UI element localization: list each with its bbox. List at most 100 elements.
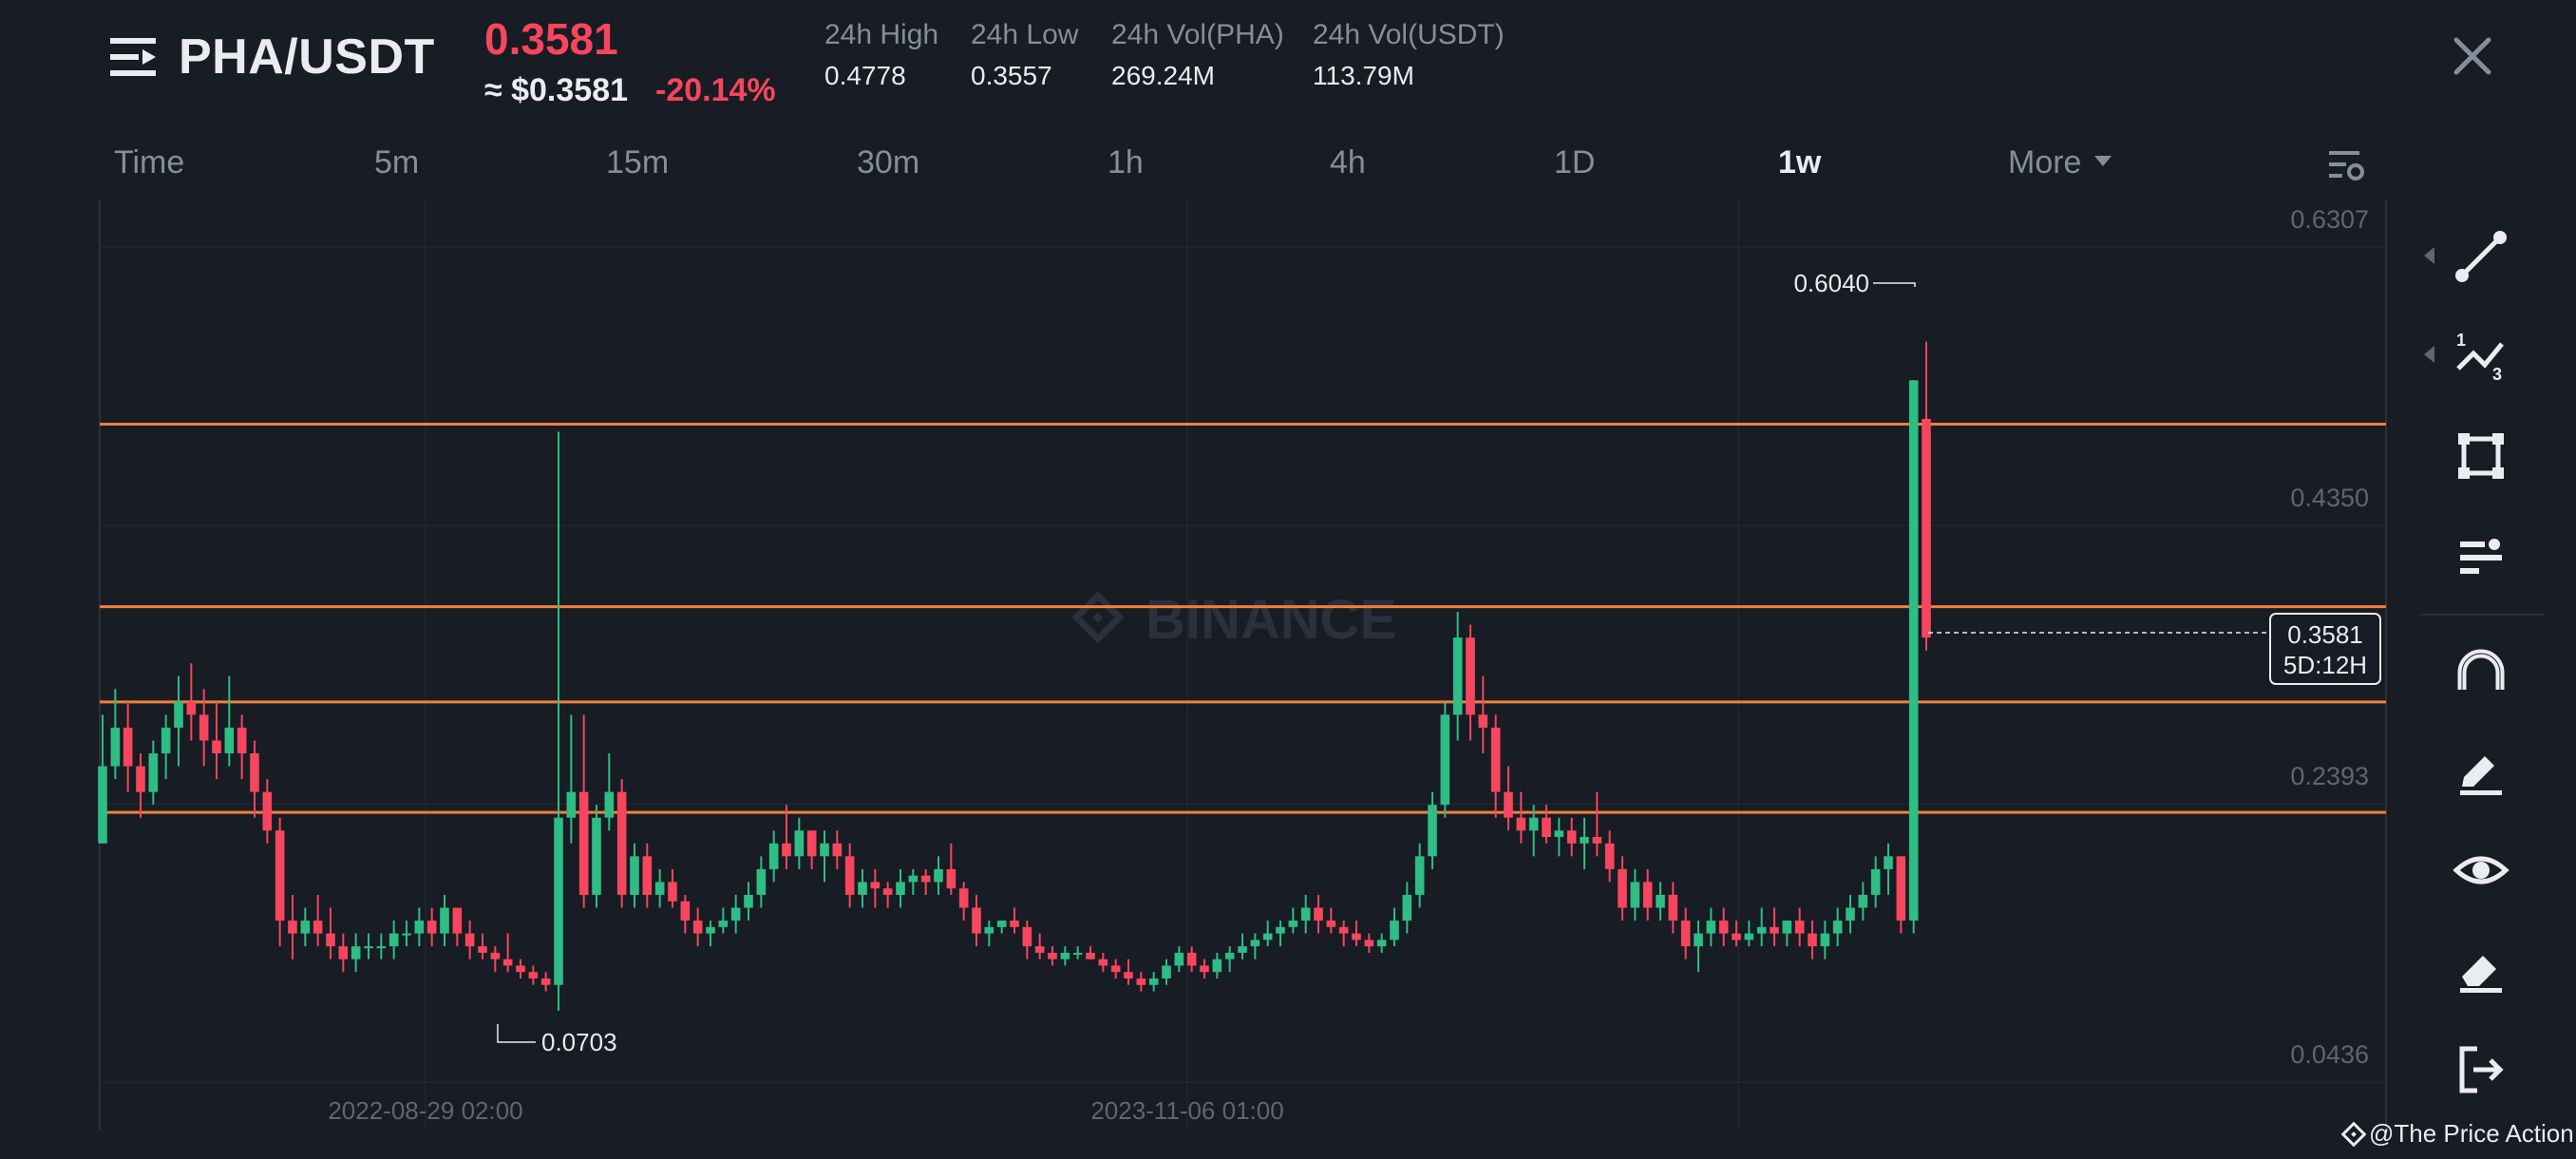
eraser-icon[interactable] [2451,939,2511,999]
binance-watermark: BINANCE [1071,589,1396,651]
candle-body [972,907,981,934]
candle [1022,921,1032,960]
candle [996,921,1007,934]
candle [730,894,741,934]
candle [1668,882,1678,934]
candle-body [1390,921,1399,940]
candle [744,882,753,922]
candle [844,843,855,908]
candle-body [1756,926,1767,934]
expand-arrow-icon[interactable] [2424,247,2434,264]
low-marker: 0.0703 [497,1024,617,1056]
brush-icon[interactable] [2451,741,2511,802]
magnet-icon[interactable] [2451,642,2511,703]
current-price-marker: 0.3581 5D:12H [1928,613,2381,685]
candle [123,701,133,792]
fibonacci-icon[interactable]: 1 3 [2451,325,2511,386]
candle-body [642,856,653,895]
candle-body [984,926,994,934]
x-label: 2023-11-06 01:00 [1090,1096,1283,1125]
candle [1846,894,1855,934]
candle-body [554,817,563,985]
candle-body [237,727,247,754]
candle [1908,380,1919,934]
candle [1314,894,1323,934]
rectangle-icon[interactable] [2451,426,2511,486]
y-label: 0.6307 [2290,205,2369,234]
candle [516,959,525,978]
candle-body [1706,921,1716,934]
high-marker-label: 0.6040 [1793,269,1869,297]
candle-body [578,791,589,895]
tab-1w[interactable]: 1w [1778,144,1821,181]
tab-15m[interactable]: 15m [606,144,669,181]
tab-more[interactable]: More [2008,144,2112,181]
candle [1922,341,1931,651]
tab-5m[interactable]: 5m [374,144,419,181]
candle [288,894,297,960]
close-icon[interactable] [2451,34,2494,78]
candle-body [1808,933,1817,947]
candle [237,714,247,780]
candle [946,843,957,895]
candle [1478,675,1488,754]
candle-body [440,907,449,934]
candle [161,714,171,780]
candle [654,868,665,908]
candle [642,843,653,908]
text-lines-icon[interactable] [2451,526,2511,587]
candle-body [1782,921,1792,934]
candle [1200,959,1209,978]
tab-1h[interactable]: 1h [1108,144,1144,181]
candle-body [123,727,133,767]
chart-settings-icon[interactable] [2327,148,2365,182]
watermark-text: BINANCE [1146,589,1396,651]
trend-line-icon[interactable] [2451,226,2511,287]
tab-1d[interactable]: 1D [1554,144,1595,181]
y-label: 0.2393 [2290,762,2369,790]
candle-body [882,888,893,895]
candle-body [1820,933,1830,947]
candle [540,972,551,992]
candle [1276,921,1285,947]
candle [402,921,411,947]
candle [972,894,981,947]
stat-label-low: 24h Low [971,19,1079,50]
candle-body [920,875,931,883]
candle [1566,817,1577,857]
candle-body [630,856,639,895]
candle [1086,946,1095,960]
eye-icon[interactable] [2451,840,2511,901]
candle-body [516,965,525,973]
candle [1732,921,1741,947]
candle [1288,907,1298,934]
low-marker-label: 0.0703 [541,1028,617,1056]
candle-body [566,791,577,818]
candle [1326,907,1336,934]
candle [275,817,285,947]
candle [882,882,893,908]
candle [1718,907,1729,947]
pair-title[interactable]: PHA/USDT [179,28,435,86]
candle-body [1098,959,1108,966]
candlestick-chart[interactable]: BINANCE 0.6307 0.4350 0.2393 0.0436 2022… [0,200,2576,1159]
candle-body [364,946,373,949]
candle [1642,868,1653,922]
candle [186,663,197,741]
candle [984,921,994,947]
expand-arrow-icon[interactable] [2424,346,2434,363]
candle-body [452,907,463,934]
tab-time[interactable]: Time [114,144,184,181]
candle [1262,921,1273,947]
candle-body [756,868,767,895]
candle-body [313,921,323,934]
toolbar-divider [2420,614,2544,616]
tab-4h[interactable]: 4h [1330,144,1366,181]
tab-30m[interactable]: 30m [857,144,919,181]
menu-icon[interactable] [106,34,160,80]
candle [1870,856,1881,908]
candle [1554,817,1564,857]
candle [1744,921,1754,947]
exit-icon[interactable] [2451,1039,2511,1100]
candle-body [870,882,881,889]
